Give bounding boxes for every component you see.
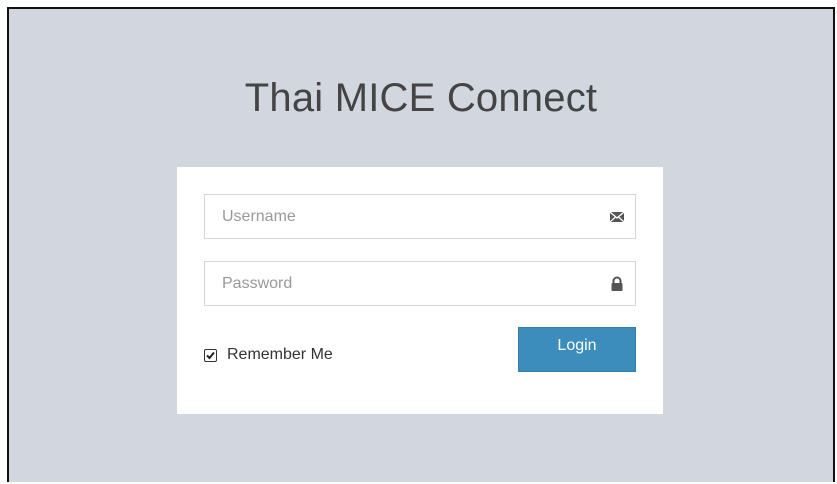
page-frame: Thai MICE Connect Username Remember Me L…	[7, 7, 835, 482]
remember-me-checkbox[interactable]	[204, 348, 217, 362]
password-input[interactable]	[205, 262, 635, 305]
envelope-icon	[609, 209, 625, 225]
remember-me-label: Remember Me	[227, 346, 333, 363]
login-box: Remember Me Login	[177, 167, 663, 414]
username-field-wrapper	[204, 194, 636, 239]
remember-me[interactable]: Remember Me	[204, 345, 333, 365]
page-title: Thai MICE Connect	[244, 76, 598, 120]
login-button[interactable]: Login	[518, 327, 636, 372]
lock-icon	[609, 276, 625, 292]
username-input[interactable]	[205, 195, 635, 238]
login-button-label: Login	[557, 337, 597, 354]
password-field-wrapper	[204, 261, 636, 306]
